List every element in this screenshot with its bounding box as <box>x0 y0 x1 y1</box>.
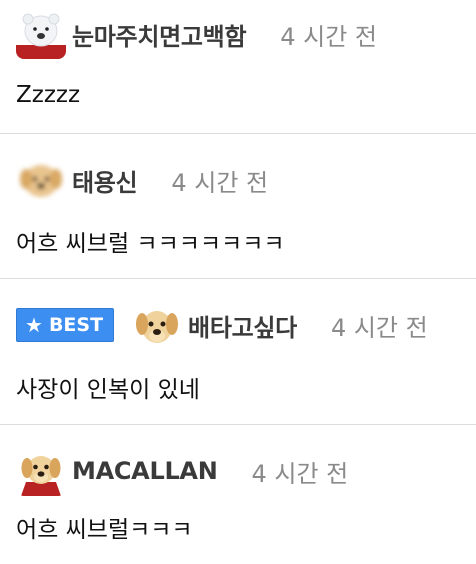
polar-bear-avatar-icon[interactable] <box>16 9 66 59</box>
comment-item: 눈마주치면고백함 4 시간 전 Zzzzz <box>0 0 476 134</box>
comment-time: 4 시간 전 <box>251 459 349 488</box>
comment-list: 눈마주치면고백함 4 시간 전 Zzzzz 태용신 4 시간 전 어흐 씨브럴 … <box>0 0 476 564</box>
comment-time: 4 시간 전 <box>330 313 428 342</box>
comment-text: 어흐 씨브럴 ㅋㅋㅋㅋㅋㅋㅋ <box>16 231 285 257</box>
comment-header: 눈마주치면고백함 4 시간 전 <box>16 9 377 59</box>
comment-time: 4 시간 전 <box>280 22 378 51</box>
comment-header: ★ BEST 배타고싶다 4 시간 전 <box>16 300 428 350</box>
best-badge-label: BEST <box>48 314 104 336</box>
star-icon: ★ <box>25 313 43 337</box>
comment-item: ★ BEST 배타고싶다 4 시간 전 사장이 인복이 있네 <box>0 279 476 425</box>
comment-header: MACALLAN 4 시간 전 <box>16 446 348 496</box>
comment-nickname[interactable]: 태용신 <box>72 163 138 198</box>
comment-nickname[interactable]: 배타고싶다 <box>188 308 297 343</box>
puppy-avatar-icon[interactable] <box>132 300 183 350</box>
comment-time: 4 시간 전 <box>171 168 269 197</box>
comment-item: MACALLAN 4 시간 전 어흐 씨브럴ㅋㅋㅋ <box>0 425 476 564</box>
puppy-blurred-avatar-icon[interactable] <box>16 155 66 205</box>
best-badge: ★ BEST <box>16 308 115 342</box>
comment-nickname[interactable]: 눈마주치면고백함 <box>72 17 247 52</box>
comment-header: 태용신 4 시간 전 <box>16 155 268 205</box>
comment-item: 태용신 4 시간 전 어흐 씨브럴 ㅋㅋㅋㅋㅋㅋㅋ <box>0 134 476 279</box>
comment-text: 어흐 씨브럴ㅋㅋㅋ <box>16 517 193 543</box>
comment-text: 사장이 인복이 있네 <box>16 377 200 403</box>
comment-text: Zzzzz <box>16 82 81 108</box>
puppy-red-shirt-avatar-icon[interactable] <box>16 446 66 496</box>
comment-nickname[interactable]: MACALLAN <box>72 457 218 485</box>
